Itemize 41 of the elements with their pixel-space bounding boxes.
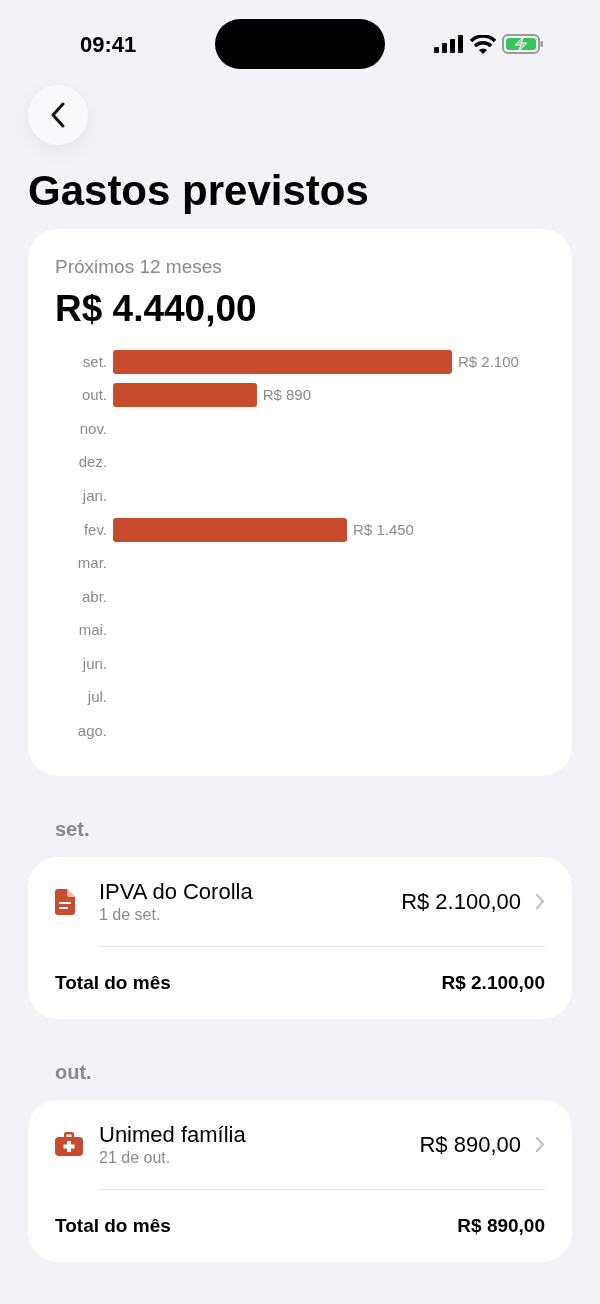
- medical-kit-icon: [55, 1132, 83, 1157]
- total-amount: R$ 2.100,00: [441, 970, 545, 995]
- axis-label: fev.: [82, 519, 108, 540]
- summary-total: R$ 4.440,00: [55, 287, 258, 331]
- axis-label: mai.: [77, 620, 108, 641]
- back-icon: [50, 101, 66, 129]
- signal-icon: [434, 35, 464, 53]
- status-time: 09:41: [80, 30, 137, 59]
- value-label: R$ 1.450: [353, 519, 414, 540]
- total-label: Total do mês: [55, 1213, 171, 1238]
- axis-label: ago.: [76, 721, 108, 742]
- chevron-right-icon: [535, 1136, 545, 1154]
- expense-row[interactable]: Unimed família 21 de out. R$ 890,00: [99, 1100, 545, 1191]
- axis-label: jun.: [81, 653, 108, 674]
- value-label: R$ 890: [262, 385, 312, 406]
- section-heading: out.: [55, 1060, 93, 1086]
- expense-row[interactable]: IPVA do Corolla 1 de set. R$ 2.100,00: [99, 857, 545, 948]
- axis-label: jul.: [86, 687, 108, 708]
- total-label: Total do mês: [55, 970, 171, 995]
- expense-date: 21 de out.: [99, 1147, 172, 1168]
- axis-label: jan.: [81, 485, 108, 506]
- expense-amount: R$ 890,00: [419, 1131, 521, 1160]
- battery-charging-icon: [502, 34, 544, 54]
- chevron-right-icon: [535, 893, 545, 911]
- expense-date: 1 de set.: [99, 904, 162, 925]
- document-icon: [55, 889, 75, 916]
- axis-label: abr.: [80, 586, 108, 607]
- axis-label: out.: [80, 385, 108, 406]
- total-amount: R$ 890,00: [457, 1213, 545, 1238]
- summary-label: Próximos 12 meses: [55, 255, 223, 279]
- axis-label: mar.: [76, 553, 108, 574]
- axis-label: set.: [81, 351, 108, 372]
- wifi-icon: [470, 34, 496, 54]
- expense-amount: R$ 2.100,00: [401, 888, 521, 917]
- section-heading: set.: [55, 817, 91, 843]
- page-title: Gastos previstos: [28, 166, 370, 216]
- axis-label: dez.: [77, 452, 108, 473]
- axis-label: nov.: [78, 418, 108, 439]
- expense-name: Unimed família: [99, 1121, 246, 1148]
- value-label: R$ 2.100: [458, 351, 519, 372]
- expense-name: IPVA do Corolla: [99, 878, 253, 905]
